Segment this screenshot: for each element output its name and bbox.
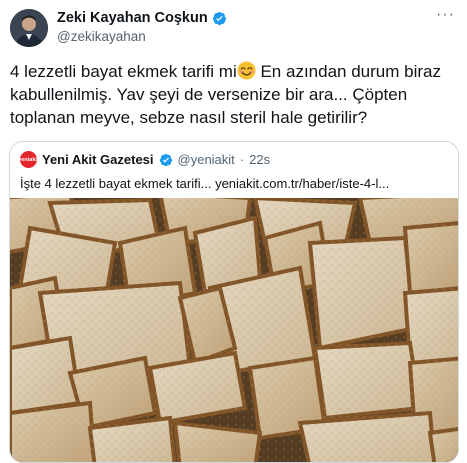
author-block: Zeki Kayahan Coşkun @zekikayahan bbox=[57, 10, 227, 44]
tweet: Zeki Kayahan Coşkun @zekikayahan ··· 4 l… bbox=[0, 0, 467, 463]
author-name[interactable]: Zeki Kayahan Coşkun bbox=[57, 10, 208, 26]
quoted-tweet-text: İşte 4 lezzetli bayat ekmek tarifi... ye… bbox=[20, 176, 390, 191]
quoted-author-handle[interactable]: @yeniakit bbox=[178, 152, 235, 167]
verified-badge-icon bbox=[212, 11, 226, 25]
quoted-tweet[interactable]: yeniakit Yeni Akit Gazetesi @yeniakit · … bbox=[9, 141, 459, 463]
more-options-icon[interactable]: ··· bbox=[436, 7, 455, 23]
separator-dot: · bbox=[239, 152, 245, 167]
bread-photo[interactable] bbox=[10, 198, 458, 462]
quoted-tweet-time[interactable]: 22s bbox=[249, 152, 270, 167]
tweet-text: 4 lezzetli bayat ekmek tarifi mi En azın… bbox=[10, 60, 460, 129]
quoted-tweet-header: yeniakit Yeni Akit Gazetesi @yeniakit · … bbox=[18, 151, 270, 168]
quoted-author-name[interactable]: Yeni Akit Gazetesi bbox=[42, 152, 154, 167]
author-handle[interactable]: @zekikayahan bbox=[57, 29, 227, 44]
smiling-face-emoji-icon bbox=[237, 61, 256, 80]
verified-badge-icon bbox=[159, 153, 172, 166]
yeni-akit-logo[interactable]: yeniakit bbox=[18, 151, 39, 168]
author-avatar[interactable] bbox=[10, 9, 48, 47]
tweet-text-part1: 4 lezzetli bayat ekmek tarifi mi bbox=[10, 62, 237, 81]
